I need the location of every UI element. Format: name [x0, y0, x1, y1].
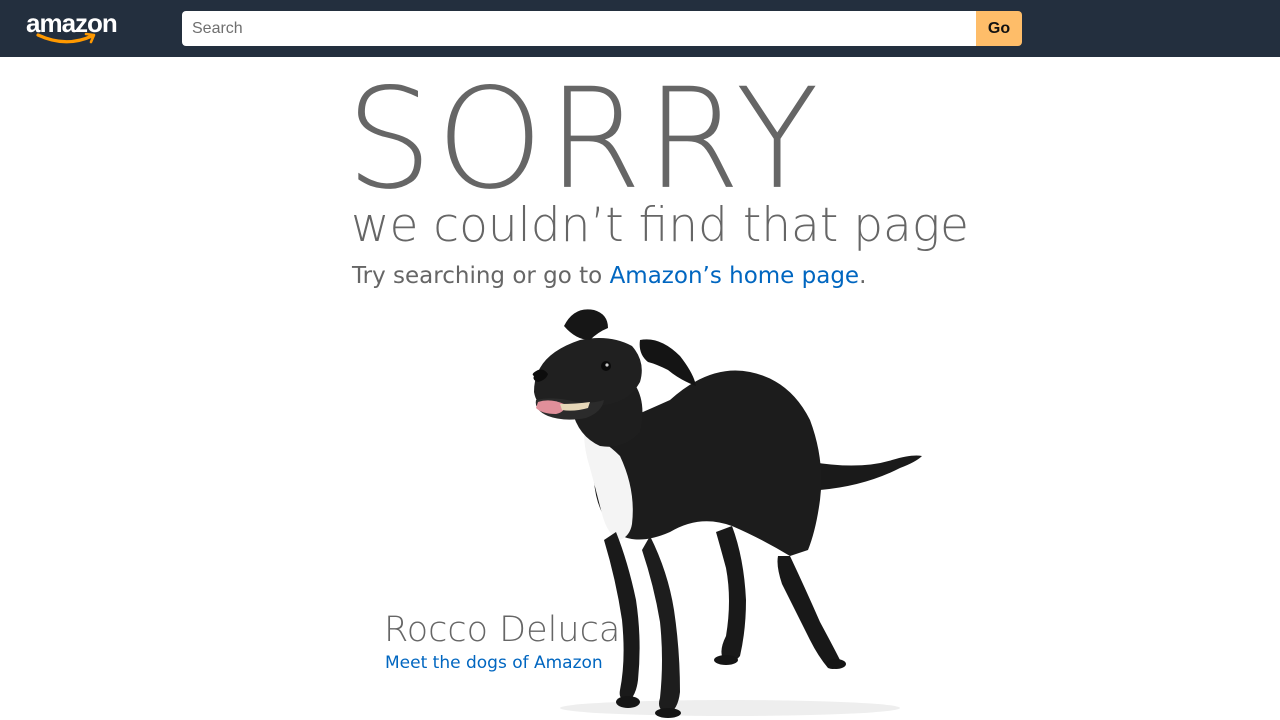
meet-the-dogs-link[interactable]: Meet the dogs of Amazon — [385, 652, 603, 674]
try-suffix-text: . — [859, 263, 867, 289]
search-bar: Go — [182, 11, 1022, 46]
sorry-headline: SORRY — [346, 59, 823, 221]
smile-arrow-icon — [36, 32, 96, 44]
not-found-subheading: we couldn’t find that page — [351, 198, 969, 253]
go-button[interactable]: Go — [976, 11, 1022, 46]
amazon-logo[interactable]: amazon — [26, 8, 126, 48]
top-nav-bar: amazon Go — [0, 0, 1280, 57]
home-page-link[interactable]: Amazon’s home page — [610, 263, 860, 289]
dog-name: Rocco Deluca — [384, 610, 621, 650]
search-input[interactable] — [182, 11, 976, 46]
try-prefix-text: Try searching or go to — [352, 263, 610, 289]
try-searching-line: Try searching or go to Amazon’s home pag… — [352, 261, 866, 291]
